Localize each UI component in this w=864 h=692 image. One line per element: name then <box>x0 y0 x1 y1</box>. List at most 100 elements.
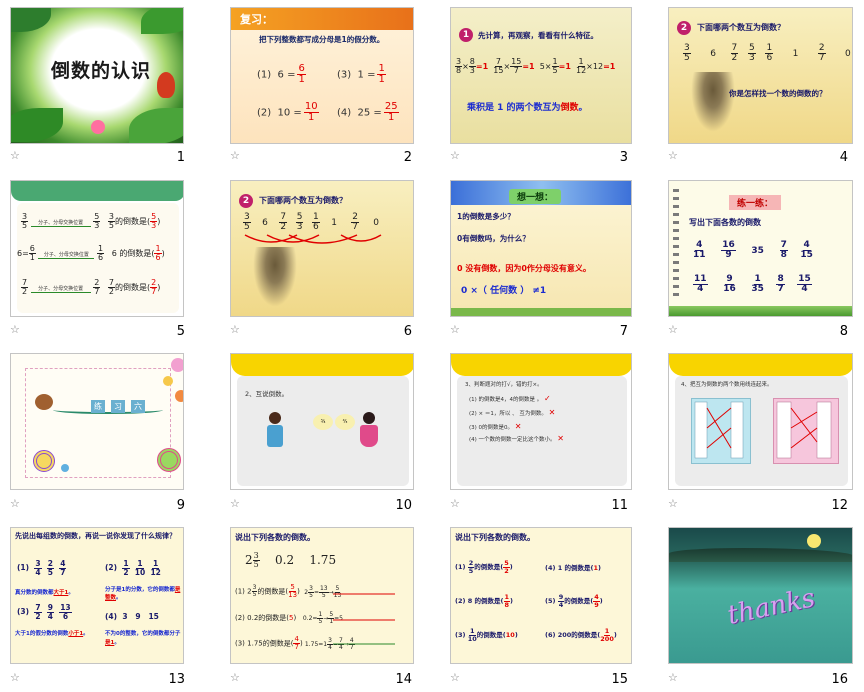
star-icon[interactable]: ☆ <box>450 497 460 510</box>
row-3: 72 分子、分母交换位置 27 7 2 的倒数是(2 7) <box>21 278 161 296</box>
moon <box>807 534 821 548</box>
slide-thumbnail-2[interactable]: 复习： 把下列整数都写成分母是1的假分数。 (1) 6 = 6 1 (3) 1 = 1… <box>230 7 414 144</box>
slide-thumbnail-6[interactable]: 2 下面哪两个数互为倒数？ 35 6 72 53 16 1 27 0 <box>230 180 414 317</box>
row-2: 11 4 9 16 1 35 87 15 4 <box>693 274 812 294</box>
star-icon[interactable]: ☆ <box>230 323 240 336</box>
slide-heading: 4、把互为倒数的两个数用线连起来。 <box>681 382 773 388</box>
slide-number: 4 <box>839 150 848 165</box>
slide-thumbnail-15[interactable]: 说出下列各数的倒数。 (1) 2 5 的倒数是(5 2) (4) 1 的倒数是(1) … <box>450 527 632 664</box>
star-icon[interactable]: ☆ <box>10 149 20 162</box>
star-icon[interactable]: ☆ <box>230 671 240 684</box>
slide-number: 6 <box>403 324 412 339</box>
number-row: 35 6 72 53 16 1 27 0 <box>683 43 851 63</box>
color-circle <box>163 376 173 386</box>
rule-2: 分子是1的分数，它的倒数都是整数。 <box>105 587 181 601</box>
slide-thumbnail-9[interactable]: 练习六 <box>10 353 184 490</box>
header-bar <box>451 354 631 376</box>
star-icon[interactable]: ☆ <box>230 497 240 510</box>
slide-heading: 说出下列各数的倒数。 <box>455 533 535 542</box>
slide-heading: 3、判断题对的打√，错的打×。 <box>465 382 543 388</box>
header-bar <box>11 181 183 201</box>
slide-thumbnail-16[interactable]: thanks <box>668 527 853 664</box>
star-icon[interactable]: ☆ <box>668 497 678 510</box>
speech-bubble: ¾ <box>313 414 333 430</box>
slide-heading: 下面哪两个数互为倒数？ <box>259 196 347 205</box>
willow-tree <box>253 247 297 307</box>
prompt-text: 写出下面各数的倒数 <box>689 218 761 227</box>
judge-item-2: (2) × ＝1，所以 、 互为倒数。 ✕ <box>469 408 556 417</box>
group-4: (4) 3 9 15 <box>105 612 159 621</box>
slide-thumbnail-3[interactable]: 1 先计算，再观察，看看有什么特征。 3 8 × 8 3 =1 7 15 × 15 7 =1 5× 1… <box>450 7 632 144</box>
row-2: 6= 6 1 分子、分母交换位置 16 6 的倒数是(1 6) <box>17 244 165 262</box>
star-icon[interactable]: ☆ <box>10 671 20 684</box>
slide-thumbnail-10[interactable]: 2、互说倒数。 ¾ ⁴⁄₃ <box>230 353 414 490</box>
slide-thumbnail-8[interactable]: 练一练： 写出下面各数的倒数 4 11 16 9 35 78 4 15 11 4 9 16… <box>668 180 853 317</box>
star-icon[interactable]: ☆ <box>668 149 678 162</box>
rule-3: 大于1的假分数的倒数小于1。 <box>15 631 89 637</box>
item-3: (3) 1 10 的倒数是(10) <box>455 627 518 643</box>
leaf-decoration <box>141 8 183 34</box>
judge-item-4: (4) 一个数的倒数一定比这个数小。 ✕ <box>469 434 564 443</box>
color-circle <box>157 448 181 472</box>
header-title: 复习： <box>240 13 273 26</box>
item-1: (1) 2 5 的倒数是(5 2) <box>455 559 513 575</box>
equation-row: 3 8 × 8 3 =1 7 15 × 15 7 =1 5× 1 5 =1 1 12 ×12=1 <box>455 57 616 75</box>
slide-number: 7 <box>619 324 628 339</box>
slide-heading: 下面哪两个数互为倒数？ <box>697 23 785 32</box>
slide-number: 15 <box>611 672 628 687</box>
header-title: 练一练： <box>729 195 782 210</box>
star-icon[interactable]: ☆ <box>668 323 678 336</box>
header-bar <box>231 354 413 376</box>
item-4: (4) 25 = 25 1 <box>337 101 399 123</box>
color-circle <box>175 390 183 402</box>
slide-number: 14 <box>395 672 412 687</box>
slide-thumbnail-11[interactable]: 3、判断题对的打√，错的打×。 (1) 的倒数是4，4的倒数是 。 ✓ (2) … <box>450 353 632 490</box>
speech-bubble: ⁴⁄₃ <box>335 414 355 430</box>
flower <box>91 120 105 134</box>
item-6: (6) 200的倒数是(1 200) <box>545 627 617 643</box>
bird-decoration <box>35 394 53 410</box>
slide-number: 2 <box>403 150 412 165</box>
row-1: 4 11 16 9 35 78 4 15 <box>693 240 813 260</box>
match-lines <box>694 401 832 459</box>
slide-number: 11 <box>611 498 628 513</box>
star-icon[interactable]: ☆ <box>450 323 460 336</box>
star-icon[interactable]: ☆ <box>450 671 460 684</box>
item-4: (4) 1 的倒数是(1) <box>545 564 602 572</box>
slide-thumbnail-12[interactable]: 4、把互为倒数的两个数用线连起来。 <box>668 353 853 490</box>
star-icon[interactable]: ☆ <box>450 149 460 162</box>
item-3: (3) 1 = 1 1 <box>337 63 386 85</box>
badge: 2 <box>239 194 253 208</box>
star-icon[interactable]: ☆ <box>668 671 678 684</box>
rule-1: 真分数的倒数都大于1。 <box>15 590 74 596</box>
content-box <box>457 376 627 486</box>
slide-number: 16 <box>831 672 848 687</box>
slide-number: 3 <box>619 150 628 165</box>
slide-number: 5 <box>176 324 185 339</box>
item-2: (2) 8 的倒数是(1 8) <box>455 593 514 609</box>
rule-4: 不为0的整数，它的倒数都分子是1。 <box>105 631 181 646</box>
star-icon[interactable]: ☆ <box>10 497 20 510</box>
slide-number: 8 <box>839 324 848 339</box>
slide-thumbnail-7[interactable]: 想一想： 1的倒数是多少？ 0有倒数吗，为什么？ 0 没有倒数，因为0作分母没有… <box>450 180 632 317</box>
row-1: 35 分子、分母交换位置 53 3 5 的倒数是(5 3) <box>21 212 161 230</box>
answer-2: 0 ×（ 任何数 ） ≠1 <box>461 286 547 296</box>
item-5: (5) 9 4 的倒数是(4 9) <box>545 593 603 609</box>
slide-heading: 说出下列各数的倒数。 <box>235 533 315 542</box>
slide-thumbnail-4[interactable]: 2 下面哪两个数互为倒数？ 35 6 72 53 16 1 27 0 你是怎样找… <box>668 7 853 144</box>
slide-thumbnail-1[interactable]: 倒数的认识 <box>10 7 184 144</box>
slide-thumbnail-5[interactable]: 35 分子、分母交换位置 53 3 5 的倒数是(5 3) 6= 6 1 分子、分母交换位… <box>10 180 184 317</box>
notebook-spiral <box>673 189 679 297</box>
grass-strip <box>451 308 631 316</box>
item-1: (1) 6 = 6 1 <box>257 63 306 85</box>
willow-tree <box>691 72 735 132</box>
slide-thumbnail-14[interactable]: 说出下列各数的倒数。 235 0.2 1.75 (1) 2 3 5 的倒数是(5 13)… <box>230 527 414 664</box>
judge-item-1: (1) 的倒数是4，4的倒数是 。 ✓ <box>469 394 551 403</box>
item-2: (2) 10 = 10 1 <box>257 101 319 123</box>
star-icon[interactable]: ☆ <box>10 323 20 336</box>
badge: 1 <box>459 28 473 42</box>
slide-number: 13 <box>168 672 185 687</box>
star-icon[interactable]: ☆ <box>230 149 240 162</box>
slide-heading: 先说出每组数的倒数，再说一说你发现了什么规律？ <box>15 532 176 540</box>
slide-thumbnail-13[interactable]: 先说出每组数的倒数，再说一说你发现了什么规律？ (1) 34 25 47 (2)… <box>10 527 184 664</box>
